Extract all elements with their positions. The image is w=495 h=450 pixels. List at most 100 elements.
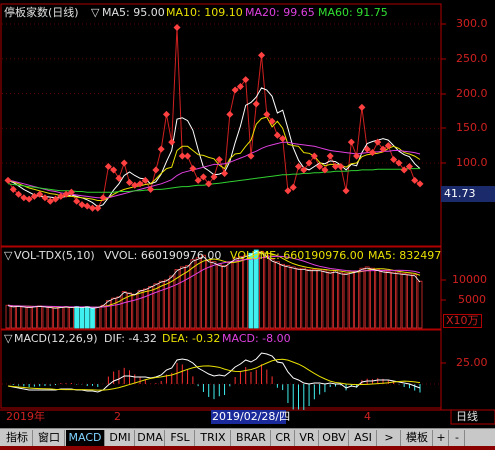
volume-bar [348,271,354,329]
data-point [289,183,297,191]
data-point [141,176,149,184]
volume-bar [380,270,386,329]
volume-bar [37,305,43,329]
limit-count-chart[interactable] [0,0,495,450]
volume-bar [63,306,69,329]
volume-bar [338,272,344,329]
vol-indicator-name: VOL-TDX(5,10) [14,249,95,262]
tab-DMA[interactable]: DMA [136,430,165,446]
main-indicator-name: 停板家数(日线) [4,6,79,19]
ma20-label: MA20: 99.65 [245,6,315,19]
volume-bar [327,271,333,329]
volume-bar [121,291,127,329]
volume-bar [74,306,80,329]
data-point [120,159,128,167]
bottom-status-strip [0,446,495,450]
tab-BRAR[interactable]: BRAR [232,430,271,446]
main-ytick-200: 200.0 [456,87,488,100]
data-point [194,176,202,184]
volume-bar [79,306,85,329]
tab-模板[interactable]: 模板 [402,430,433,446]
tab-窗口[interactable]: 窗口 [34,430,65,446]
volume-bar [333,270,338,329]
volume-bar [285,265,291,329]
tab-zoom-in[interactable]: + [434,430,449,446]
data-point [326,152,334,160]
volume-bar [417,280,423,329]
data-point [411,176,419,184]
data-point [41,194,49,202]
volume-bar [412,274,418,329]
volume-bar [111,297,117,329]
volume-bar [32,306,37,329]
volume-bar [317,269,323,329]
tab-ASI[interactable]: ASI [350,430,377,446]
data-point [226,110,234,118]
data-point [247,152,255,160]
tab-MACD[interactable]: MACD [66,430,105,446]
data-point [258,51,266,59]
volume-bar [164,279,169,329]
volume-ma10-line [7,255,421,308]
volume-bar [311,269,317,329]
series-line-停板家数 [7,27,421,209]
time-year-label: 2019年 [6,410,45,423]
tab-OBV[interactable]: OBV [320,430,349,446]
volume-bar [21,306,27,329]
main-panel-frame [0,3,442,247]
tab-more[interactable]: > [378,430,401,446]
volume-bar [364,266,370,329]
volume-bar [185,265,190,329]
volume-bar [306,269,312,329]
volume-bar [391,271,396,329]
data-point [231,86,239,94]
ma60-label: MA60: 91.75 [318,6,388,19]
volume-bar [90,307,95,329]
volume-bar [269,259,275,329]
data-point [73,197,81,205]
ma10-label: MA10: 109.10 [166,6,243,19]
data-point [110,166,118,174]
data-point [4,176,12,184]
volume-bar [216,263,222,329]
volume-bar [264,254,270,329]
volume-bar [10,306,16,329]
data-point [152,166,160,174]
volume-bar [370,267,375,329]
macd-dropdown-icon[interactable]: ▽ [4,332,12,346]
main-ytick-300: 300.0 [456,17,488,30]
tab-zoom-out[interactable]: - [450,430,465,446]
data-point [416,180,424,188]
volume-bar [301,267,307,329]
volume-bar [206,259,212,329]
volume-bar [227,261,233,329]
tab-FSL[interactable]: FSL [166,430,195,446]
macd-indicator-name: MACD(12,26,9) [14,332,98,345]
main-dropdown-icon[interactable]: ▽ [91,6,99,20]
volume-bar [95,306,101,329]
period-label[interactable]: 日线 [456,410,478,424]
tab-指标[interactable]: 指标 [2,430,33,446]
volume-bar [53,307,58,329]
volume-bar [158,280,164,329]
tab-DMI[interactable]: DMI [106,430,135,446]
current-value-label: 41.73 [444,187,476,200]
tab-CR[interactable]: CR [272,430,295,446]
volume-bar [375,269,381,329]
series-line-MA5 [7,87,421,208]
data-point [358,103,366,111]
volume-bar [238,256,243,329]
tab-VR[interactable]: VR [296,430,319,446]
data-point [157,145,165,153]
vol-dropdown-icon[interactable]: ▽ [4,249,12,263]
volume-bar [195,257,201,329]
data-point [390,155,398,164]
volume-bar [47,306,53,329]
volume-bar [211,261,217,329]
main-ytick-150: 150.0 [456,121,488,134]
volume-bar [153,283,159,329]
volume-bar [16,305,21,329]
volume-bar [248,252,254,329]
tab-TRIX[interactable]: TRIX [196,430,231,446]
volume-bar [232,257,238,329]
